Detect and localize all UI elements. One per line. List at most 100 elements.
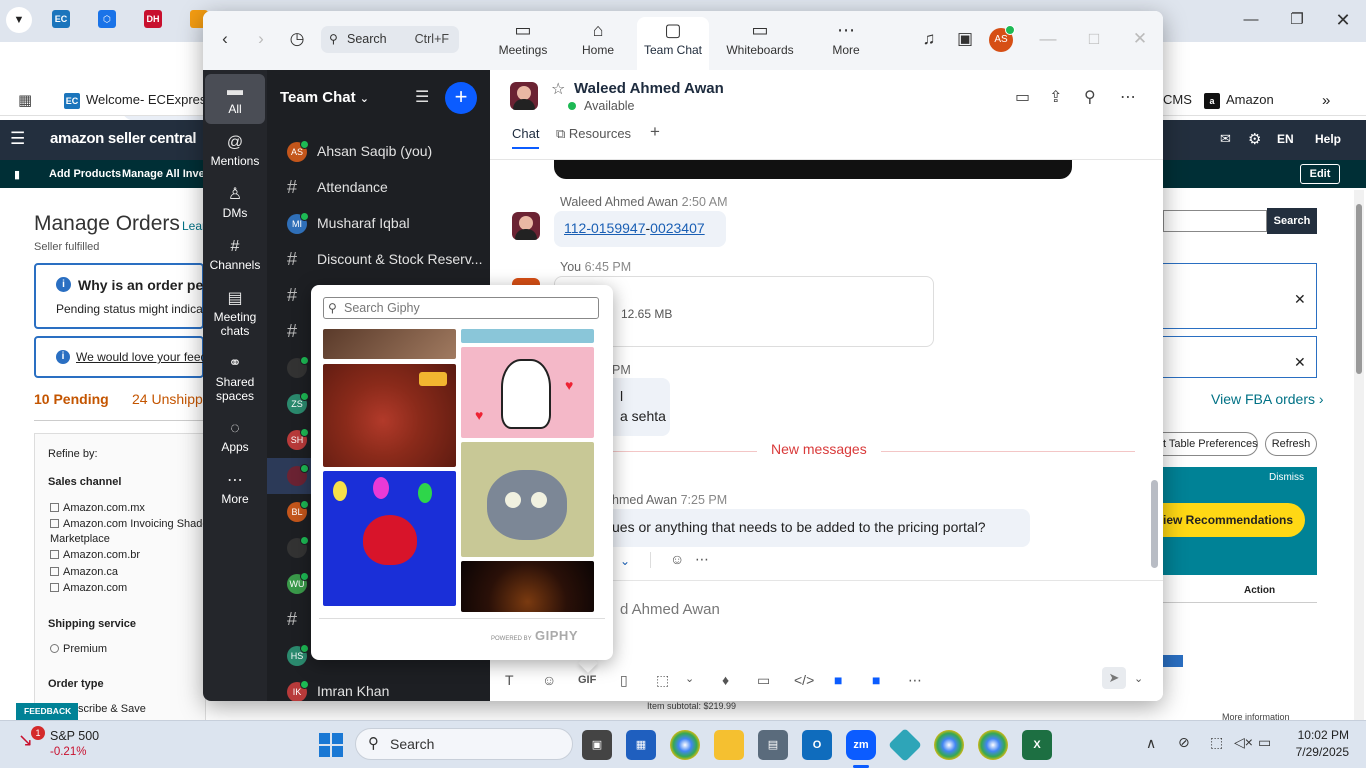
chevron-down-icon[interactable]: ⌄ [685, 672, 694, 685]
filter-icon[interactable]: ☰ [415, 87, 429, 107]
subscribe-save-option[interactable]: scribe & Save [78, 703, 146, 715]
nav-manage-inventory[interactable]: Manage All Invent [122, 168, 215, 180]
channel-item[interactable]: # Attendance [267, 170, 490, 206]
file-explorer-icon[interactable] [714, 730, 744, 760]
display-icon[interactable]: ⬚ [1210, 734, 1223, 751]
gif-thumbnail[interactable] [323, 471, 456, 606]
thread-reply-chevron-icon[interactable]: ⌄ [620, 554, 630, 568]
contact-name[interactable]: Waleed Ahmed Awan [574, 80, 724, 97]
video-message-icon[interactable]: ▭ [757, 672, 770, 689]
zoom-search-input[interactable]: ⚲ Search Ctrl+F [321, 26, 459, 53]
battery-icon[interactable]: ▭ [1258, 734, 1271, 751]
tab-search-button[interactable]: ▼ [6, 7, 32, 33]
chrome-profile-icon[interactable] [934, 730, 964, 760]
language-select[interactable]: EN [1277, 132, 1294, 146]
chrome-icon[interactable] [670, 730, 700, 760]
feedback-link[interactable]: We would love your feedba [76, 350, 221, 364]
microphone-icon[interactable]: ♦ [722, 672, 729, 688]
calendar-icon[interactable]: ▣ [953, 27, 977, 51]
outlook-icon[interactable]: O [802, 730, 832, 760]
file-icon[interactable]: ▯ [620, 672, 628, 689]
video-call-icon[interactable]: ▭ [1015, 87, 1030, 107]
page-scrollbar-thumb[interactable] [1356, 204, 1362, 374]
channel-checkbox[interactable]: Amazon.com.br [50, 549, 140, 561]
rail-apps[interactable]: ◌ Apps [205, 418, 265, 454]
more-options-icon[interactable]: ⋯ [1120, 87, 1136, 107]
tab-meetings[interactable]: ▭ Meetings [487, 17, 559, 70]
bookmark-amazon[interactable]: a Amazon [1204, 92, 1274, 109]
rail-all[interactable]: ▬ All [205, 74, 265, 124]
clock-time[interactable]: 10:02 PM [1294, 728, 1349, 742]
gif-icon[interactable]: GIF [578, 674, 596, 686]
stock-name[interactable]: S&P 500 [50, 729, 99, 743]
maximize-icon[interactable]: □ [1082, 27, 1106, 51]
star-icon[interactable]: ☆ [551, 79, 565, 99]
dm-item[interactable]: MI Musharaf Iqbal [267, 206, 490, 242]
rail-shared-spaces[interactable]: ⚭ Shared spaces [205, 353, 265, 403]
team-chat-dropdown[interactable]: Team Chat ⌄ [280, 89, 369, 106]
amazon-logo[interactable]: amazon seller central [50, 130, 197, 147]
amazon-search-input[interactable] [1163, 210, 1267, 232]
gif-thumbnail[interactable] [323, 329, 456, 359]
new-chat-button[interactable]: + [445, 82, 477, 114]
close-icon[interactable]: ✕ [1128, 27, 1152, 51]
edit-button[interactable]: Edit [1300, 164, 1340, 184]
close-alert-icon[interactable]: ✕ [1294, 354, 1306, 371]
more-actions-icon[interactable]: ⋯ [695, 551, 709, 568]
volume-muted-icon[interactable]: ◁× [1234, 734, 1253, 751]
tab-whiteboards[interactable]: ▭ Whiteboards [723, 17, 797, 70]
tab-home[interactable]: ⌂ Home [562, 17, 634, 70]
gif-thumbnail[interactable] [461, 561, 594, 612]
excel-icon[interactable]: X [1022, 730, 1052, 760]
back-icon[interactable]: ‹ [213, 27, 237, 51]
rail-channels[interactable]: # Channels [205, 236, 265, 272]
rail-more[interactable]: ⋯ More [205, 470, 265, 506]
tab-ec-icon[interactable]: EC [52, 10, 70, 28]
tab-app-icon[interactable]: ⬡ [98, 10, 116, 28]
more-composer-icon[interactable]: ⋯ [908, 672, 922, 689]
send-icon[interactable]: ➤ [1102, 667, 1126, 689]
channel-checkbox[interactable]: Amazon.ca [50, 566, 118, 578]
nav-add-products[interactable]: Add Products [49, 168, 121, 180]
close-icon[interactable]: ✕ [1328, 10, 1358, 30]
taskbar-search[interactable]: ⚲ Search [355, 728, 573, 760]
emoji-icon[interactable]: ☺ [542, 672, 556, 688]
app-shortcut-icon[interactable]: ■ [834, 672, 842, 688]
feedback-tab[interactable]: FEEDBACK ✕ [16, 703, 78, 733]
table-preferences-button[interactable]: t Table Preferences [1163, 432, 1258, 456]
apps-grid-icon[interactable]: ▦ [18, 91, 32, 109]
amazon-menu-icon[interactable]: ☰ [10, 129, 25, 149]
store-icon[interactable]: ▦ [626, 730, 656, 760]
help-link[interactable]: Help [1315, 132, 1341, 146]
dm-item[interactable]: IK Imran Khan [267, 674, 490, 701]
channel-checkbox[interactable]: Amazon.com Invoicing Shado [50, 518, 209, 530]
settings-gear-icon[interactable]: ⚙ [1248, 130, 1261, 148]
search-icon[interactable]: ⚲ [1084, 87, 1096, 107]
image-attachment[interactable] [554, 160, 1072, 179]
user-avatar[interactable]: AS [989, 25, 1015, 52]
minimize-icon[interactable]: — [1236, 10, 1266, 30]
app-diamond-icon[interactable] [888, 728, 922, 762]
history-icon[interactable]: ◷ [285, 27, 309, 51]
tab-unshipped[interactable]: 24 Unshippe [132, 391, 211, 407]
view-fba-orders-link[interactable]: View FBA orders › [1211, 391, 1324, 407]
bookmark-cms[interactable]: CMS [1163, 92, 1192, 107]
gif-thumbnail[interactable] [461, 442, 594, 557]
page-scrollbar[interactable] [1354, 190, 1364, 720]
maximize-icon[interactable]: ❐ [1282, 10, 1312, 30]
dismiss-link[interactable]: Dismiss [1269, 472, 1304, 483]
tab-dh-icon[interactable]: DH [144, 10, 162, 28]
refresh-button[interactable]: Refresh [1265, 432, 1317, 456]
chrome-profile-icon[interactable] [978, 730, 1008, 760]
more-bookmarks-icon[interactable]: » [1322, 92, 1330, 109]
bookmark-ecexpress[interactable]: EC Welcome- ECExpres... [64, 92, 217, 109]
amazon-search-button[interactable]: Search [1267, 208, 1317, 234]
rail-meeting-chats[interactable]: ▤ Meeting chats [205, 288, 265, 338]
add-reaction-icon[interactable]: ☺ [670, 551, 684, 567]
tab-more[interactable]: ⋯ More [810, 17, 882, 70]
view-recommendations-button[interactable]: iew Recommendations [1163, 503, 1305, 537]
rail-mentions[interactable]: @ Mentions [205, 132, 265, 168]
network-offline-icon[interactable]: ⊘ [1178, 734, 1190, 751]
gif-thumbnail[interactable]: ♥ ♥ [461, 347, 594, 438]
add-tab-icon[interactable]: + [650, 122, 660, 142]
